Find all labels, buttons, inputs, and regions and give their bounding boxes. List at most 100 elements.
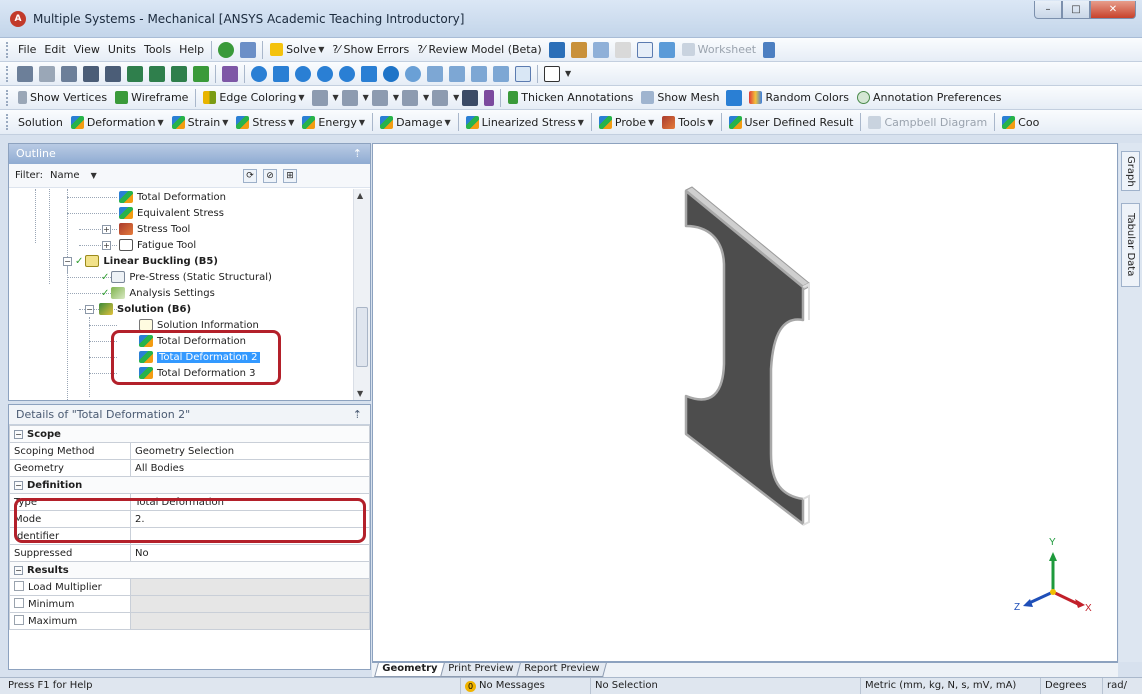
viewport-icon[interactable]	[544, 65, 560, 82]
parameter-checkbox[interactable]	[14, 598, 24, 608]
tab-report-preview[interactable]: Report Preview	[516, 663, 608, 677]
row-minimum[interactable]: Minimum	[9, 595, 370, 613]
outline-scrollbar[interactable]: ▲ ▼	[353, 189, 370, 400]
status-rate-units[interactable]: rad/	[1102, 678, 1142, 694]
edge-style-5-icon[interactable]	[432, 89, 449, 106]
rotate-icon[interactable]	[251, 65, 267, 82]
graphics-viewport[interactable]: Y X Z	[372, 143, 1118, 662]
tab-print-preview[interactable]: Print Preview	[440, 663, 522, 677]
strain-menu[interactable]: Strain ▼	[168, 112, 233, 132]
expand-stress-tool-icon[interactable]: +	[102, 225, 111, 234]
collapse-icon[interactable]: −	[14, 429, 23, 439]
vertex-select-icon[interactable]	[171, 65, 187, 82]
energy-menu[interactable]: Energy ▼	[298, 112, 369, 132]
zoom-icon[interactable]	[295, 65, 311, 82]
dropdown-arrow-icon[interactable]: ▼	[565, 69, 571, 78]
zoom-fit-icon[interactable]	[339, 65, 355, 82]
tools-menu[interactable]: Tools ▼	[658, 112, 717, 132]
campbell-diagram-button[interactable]: Campbell Diagram	[864, 112, 991, 132]
show-vertices-button[interactable]: Show Vertices	[14, 88, 111, 108]
menu-view[interactable]: View	[70, 40, 104, 60]
scroll-thumb[interactable]	[356, 307, 368, 367]
section-results[interactable]: − Results	[9, 561, 370, 579]
comment-icon[interactable]	[614, 41, 631, 58]
whats-this-icon[interactable]	[763, 41, 776, 58]
deformation-menu[interactable]: Deformation ▼	[67, 112, 168, 132]
parameter-checkbox[interactable]	[14, 581, 24, 591]
tree-item-stress-tool[interactable]: Stress Tool	[119, 221, 190, 237]
worksheet-button[interactable]: Worksheet	[678, 40, 760, 60]
zoom-out-icon[interactable]	[405, 65, 421, 82]
explode-icon[interactable]	[726, 89, 743, 106]
report-icon[interactable]	[658, 41, 675, 58]
tree-item-total-deformation-a[interactable]: Total Deformation	[119, 189, 226, 205]
filter-select[interactable]: Name ▼	[49, 169, 117, 182]
menu-file[interactable]: File	[14, 40, 40, 60]
edge-style-4-icon[interactable]	[401, 89, 418, 106]
refresh-icon[interactable]: ⟳	[242, 168, 257, 183]
user-defined-result-button[interactable]: User Defined Result	[725, 112, 858, 132]
expand-all-icon[interactable]: ⊞	[282, 168, 297, 183]
edge-style-3-icon[interactable]	[371, 89, 388, 106]
scroll-down-icon[interactable]: ▼	[357, 389, 363, 398]
text-icon[interactable]	[636, 41, 653, 58]
tag-icon[interactable]	[515, 65, 531, 82]
row-scoping-method[interactable]: Scoping Method Geometry Selection	[9, 442, 370, 460]
solve-button[interactable]: Solve ▼	[266, 40, 328, 60]
collapse-icon[interactable]: ⊘	[262, 168, 277, 183]
collapse-linear-buckling-icon[interactable]: −	[63, 257, 72, 266]
menu-tools[interactable]: Tools	[140, 40, 175, 60]
menu-edit[interactable]: Edit	[40, 40, 69, 60]
edge-select-icon[interactable]	[149, 65, 165, 82]
image-icon[interactable]	[592, 41, 609, 58]
geometry-view[interactable]: Y X Z	[373, 144, 1119, 663]
select-face-icon[interactable]	[39, 65, 55, 82]
plate-body[interactable]	[684, 189, 805, 526]
expand-fatigue-tool-icon[interactable]: +	[102, 241, 111, 250]
annotation-preferences-button[interactable]: Annotation Preferences	[853, 88, 1006, 108]
row-maximum[interactable]: Maximum	[9, 612, 370, 630]
previous-view-icon[interactable]	[427, 65, 443, 82]
tab-tabular-data[interactable]: Tabular Data	[1121, 203, 1140, 287]
status-angle-units[interactable]: Degrees	[1040, 678, 1102, 694]
random-colors-button[interactable]: Random Colors	[745, 88, 853, 108]
status-messages[interactable]: 0 No Messages	[460, 678, 590, 694]
pin-icon[interactable]: ⇡	[353, 147, 362, 160]
tab-geometry[interactable]: Geometry	[374, 663, 446, 677]
select-mode-icon[interactable]	[105, 65, 121, 82]
table-icon[interactable]	[570, 41, 587, 58]
tree-item-pre-stress[interactable]: ✓ Pre-Stress (Static Structural)	[101, 269, 272, 285]
zoom-box-icon[interactable]	[317, 65, 333, 82]
generate-icon[interactable]	[240, 41, 257, 58]
section-definition[interactable]: − Definition	[9, 476, 370, 494]
wireframe-button[interactable]: Wireframe	[111, 88, 192, 108]
edge-coloring-button[interactable]: Edge Coloring ▼	[199, 88, 308, 108]
zoom-in-icon[interactable]	[383, 65, 399, 82]
row-load-multiplier[interactable]: Load Multiplier	[9, 578, 370, 596]
check-icon[interactable]	[218, 41, 235, 58]
menu-units[interactable]: Units	[104, 40, 140, 60]
isometric-view-icon[interactable]	[471, 65, 487, 82]
collapse-solution-icon[interactable]: −	[85, 305, 94, 314]
scroll-up-icon[interactable]: ▲	[357, 191, 363, 200]
parameter-checkbox[interactable]	[14, 615, 24, 625]
edge-style-2-icon[interactable]	[341, 89, 358, 106]
next-view-icon[interactable]	[449, 65, 465, 82]
close-button[interactable]: ✕	[1090, 1, 1136, 19]
body-select-icon[interactable]	[193, 65, 209, 82]
edge-direction-icon[interactable]	[462, 89, 479, 106]
select-body-icon[interactable]	[83, 65, 99, 82]
tab-graph[interactable]: Graph	[1121, 151, 1140, 191]
minimize-button[interactable]: –	[1034, 1, 1062, 19]
face-select-icon[interactable]	[127, 65, 143, 82]
edge-thickness-icon[interactable]	[484, 89, 495, 106]
tree-item-solution[interactable]: Solution (B6)	[99, 301, 191, 317]
extend-selection-icon[interactable]	[222, 65, 238, 82]
thicken-annotations-button[interactable]: Thicken Annotations	[504, 88, 637, 108]
show-errors-button[interactable]: ?⁄ Show Errors	[328, 40, 413, 60]
row-geometry[interactable]: Geometry All Bodies	[9, 459, 370, 477]
select-edge-icon[interactable]	[61, 65, 77, 82]
status-units[interactable]: Metric (mm, kg, N, s, mV, mA)	[860, 678, 1040, 694]
row-suppressed[interactable]: Suppressed No	[9, 544, 370, 562]
tree-item-fatigue-tool[interactable]: Fatigue Tool	[119, 237, 196, 253]
